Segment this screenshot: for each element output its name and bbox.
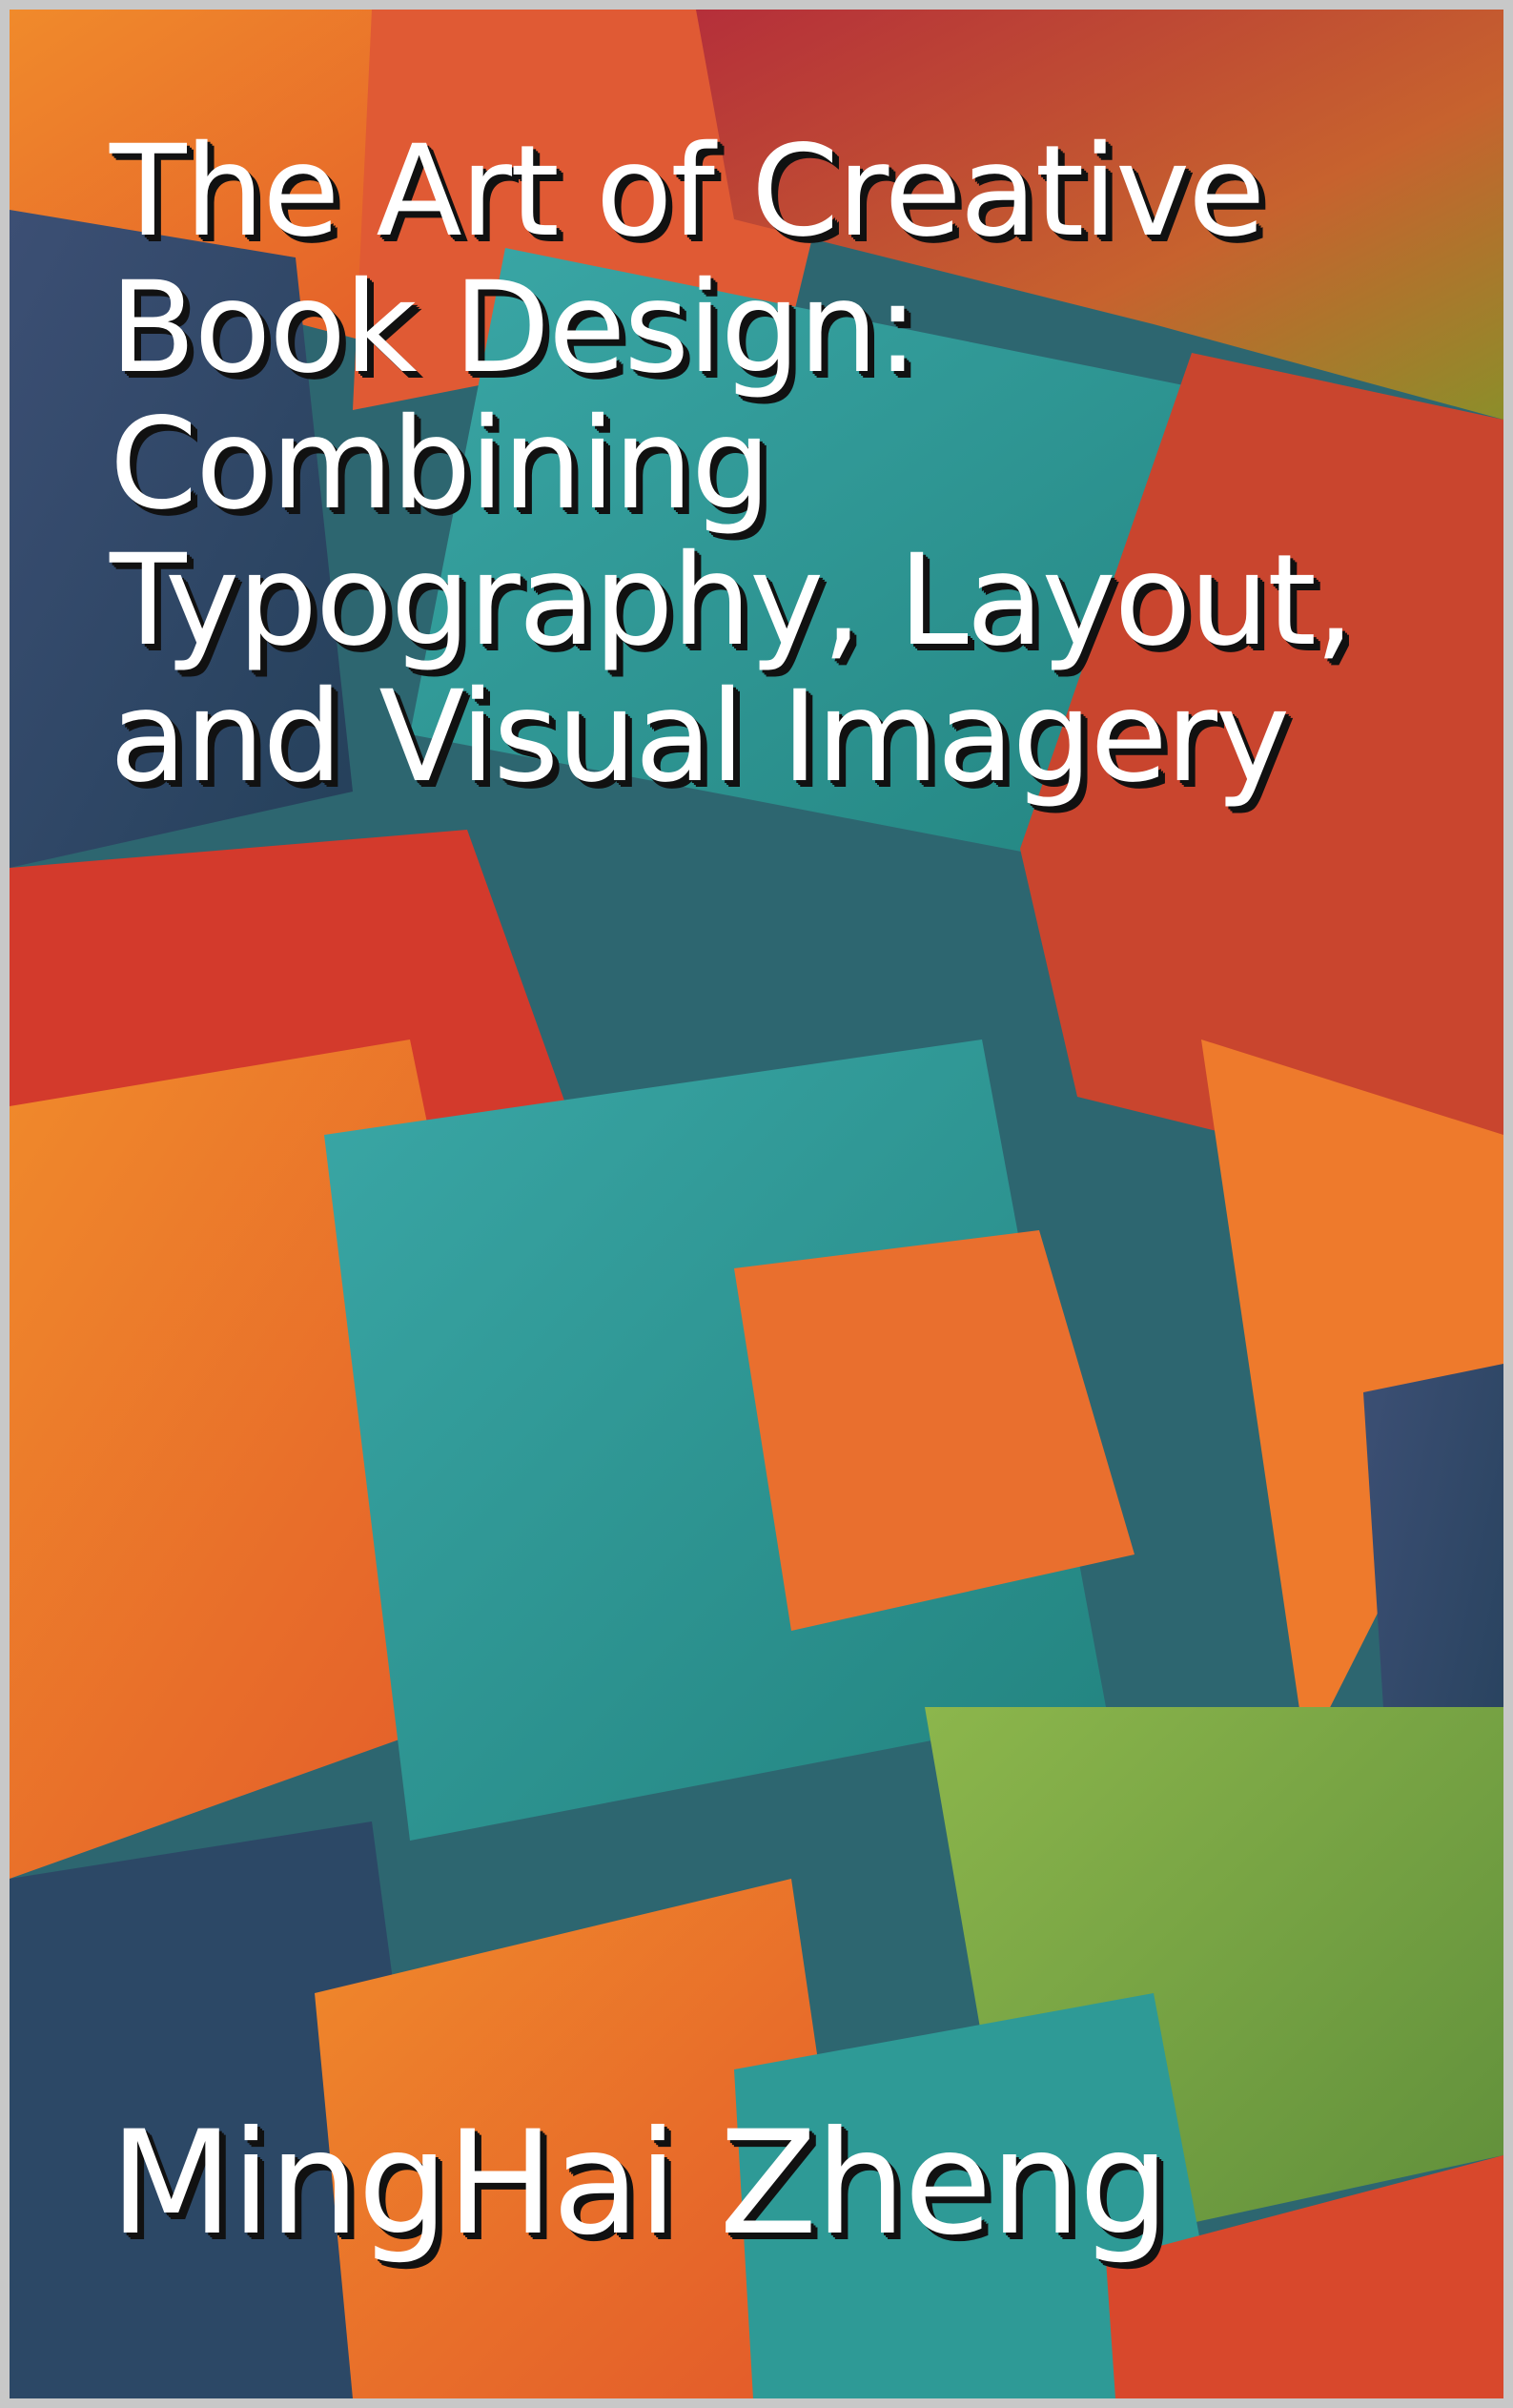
book-cover: The Art of Creative Book Design: Combini… <box>0 0 1513 2408</box>
book-title: The Art of Creative Book Design: Combini… <box>110 118 1355 811</box>
book-author: MingHai Zheng <box>110 2101 1170 2267</box>
